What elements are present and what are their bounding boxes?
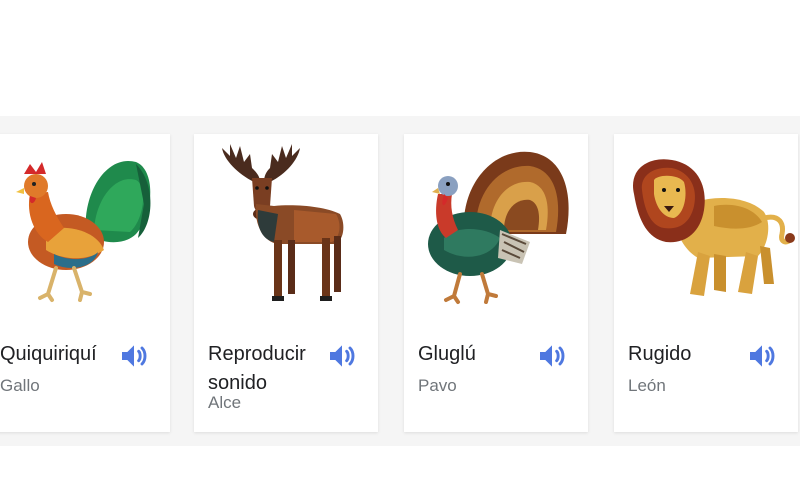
speaker-icon — [330, 345, 355, 367]
speaker-icon — [122, 345, 147, 367]
speaker-icon — [750, 345, 775, 367]
play-sound-button[interactable] — [744, 338, 780, 374]
animal-card-lion[interactable]: Rugido León — [614, 134, 798, 432]
speaker-icon — [540, 345, 565, 367]
animal-name: León — [628, 376, 666, 395]
sound-title: Gluglú — [418, 343, 476, 365]
animal-card-rooster[interactable]: Quiquiriquí Gallo — [0, 134, 170, 432]
play-sound-button[interactable] — [116, 338, 152, 374]
animal-name: Alce — [208, 393, 242, 412]
play-sound-button[interactable] — [324, 338, 360, 374]
moose-icon — [194, 134, 378, 314]
animal-card-turkey[interactable]: Gluglú Pavo — [404, 134, 588, 432]
turkey-icon — [404, 134, 588, 314]
sound-title: Reproducir sonido — [208, 343, 306, 394]
rooster-icon — [0, 134, 170, 314]
animal-card-moose[interactable]: Reproducir sonido Alce — [194, 134, 378, 432]
lion-icon — [614, 134, 798, 314]
play-sound-button[interactable] — [534, 338, 570, 374]
animal-name: Pavo — [418, 376, 457, 395]
animal-name: Gallo — [0, 376, 40, 395]
sound-title: Quiquiriquí — [0, 343, 97, 365]
sound-title: Rugido — [628, 343, 692, 365]
